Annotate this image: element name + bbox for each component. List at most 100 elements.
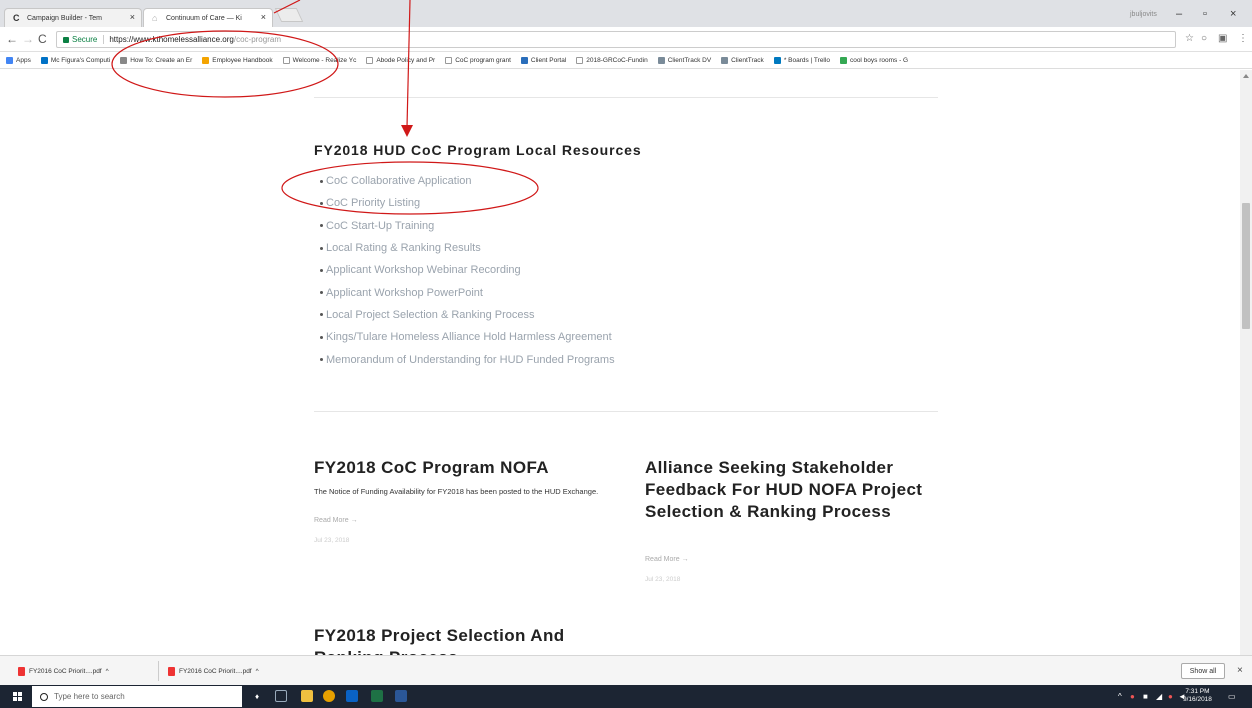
scrollbar[interactable] (1240, 70, 1252, 655)
network-icon[interactable]: ◢ (1156, 692, 1162, 701)
windows-taskbar: Type here to search ♦ ^ ● ■ ◢ ● ◄ 7:31 P… (0, 685, 1252, 708)
resource-link[interactable]: CoC Start-Up Training (326, 220, 434, 232)
forward-arrow-icon[interactable]: → (22, 32, 34, 46)
link-icon (120, 56, 128, 64)
chrome-icon[interactable] (323, 690, 335, 702)
close-icon[interactable]: × (130, 12, 135, 22)
clock[interactable]: 7:31 PM 9/16/2018 (1183, 688, 1212, 704)
secure-indicator[interactable]: Secure (63, 35, 105, 44)
resource-link[interactable]: Applicant Workshop Webinar Recording (326, 264, 521, 276)
bookmark-item[interactable]: Client Portal (520, 56, 566, 64)
download-item[interactable]: FY2016 CoC Priorit....pdf ^ (18, 664, 109, 678)
file-explorer-icon[interactable] (301, 690, 313, 702)
word-icon[interactable] (395, 690, 407, 702)
profile-badge[interactable]: jbuljovits (1130, 11, 1157, 18)
bookmark-item[interactable]: Abode Policy and Pr (366, 56, 435, 64)
new-tab-button[interactable] (274, 8, 304, 22)
bookmark-item[interactable]: cool boys rooms - G (839, 56, 908, 64)
page-icon (576, 56, 584, 64)
page-icon (366, 56, 374, 64)
pdf-icon (168, 666, 175, 676)
resource-item: CoC Collaborative Application (320, 170, 615, 192)
task-view-icon[interactable] (275, 690, 287, 702)
windows-start-icon[interactable] (13, 692, 23, 702)
clienttrack-icon (657, 56, 665, 64)
close-icon[interactable]: × (261, 12, 266, 22)
tab-strip: C Campaign Builder - Tem × ⌂ Continuum o… (0, 0, 1252, 27)
maximize-icon[interactable]: ▫ (1203, 8, 1207, 20)
outlook-icon (40, 56, 48, 64)
post-title[interactable]: Alliance Seeking Stakeholder Feedback Fo… (645, 457, 935, 523)
resource-link[interactable]: Kings/Tulare Homeless Alliance Hold Harm… (326, 331, 612, 343)
resource-link[interactable]: Local Rating & Ranking Results (326, 242, 481, 254)
bookmark-item[interactable]: ClientTrack (721, 56, 764, 64)
read-more-link[interactable]: Read More → (645, 556, 689, 563)
cast-icon[interactable]: ▣ (1218, 33, 1227, 44)
lock-icon (63, 36, 69, 43)
notifications-icon[interactable]: ▭ (1228, 692, 1236, 701)
resource-link[interactable]: Local Project Selection & Ranking Proces… (326, 309, 535, 321)
tab-campaign-builder[interactable]: C Campaign Builder - Tem × (4, 8, 142, 27)
bookmark-item[interactable]: How To: Create an Er (120, 56, 192, 64)
resource-item: Local Rating & Ranking Results (320, 237, 615, 259)
resource-item: Kings/Tulare Homeless Alliance Hold Harm… (320, 326, 615, 348)
resource-link[interactable]: CoC Priority Listing (326, 197, 420, 209)
bookmark-item[interactable]: Mc Figura's Computi (40, 56, 110, 64)
section-title: FY2018 HUD CoC Program Local Resources (314, 142, 642, 158)
scroll-thumb[interactable] (1242, 203, 1250, 329)
bookmark-item[interactable]: CoC program grant (445, 56, 511, 64)
tab-label: Continuum of Care — Ki (166, 14, 242, 22)
chevron-up-icon[interactable]: ^ (256, 668, 259, 675)
page-viewport: FY2018 HUD CoC Program Local Resources C… (0, 70, 1240, 655)
minimize-icon[interactable]: – (1176, 8, 1182, 20)
bookmarks-bar: Apps Mc Figura's Computi How To: Create … (0, 52, 1252, 69)
tray-app-icon[interactable]: ● (1168, 692, 1173, 701)
tray-app-icon[interactable]: ■ (1143, 692, 1148, 701)
download-item[interactable]: FY2016 CoC Priorit....pdf ^ (168, 664, 259, 678)
chevron-up-icon[interactable]: ^ (1118, 692, 1122, 701)
url-host: https://www.kthomelessalliance.org (109, 35, 234, 44)
post-title[interactable]: FY2018 Project Selection And Ranking Pro… (314, 625, 634, 655)
bookmark-item[interactable]: 2018-GRCoC-Fundin (576, 56, 648, 64)
close-icon[interactable]: × (1237, 665, 1243, 676)
scroll-up-arrow-icon[interactable] (1243, 74, 1249, 78)
outlook-icon[interactable] (346, 690, 358, 702)
show-all-button[interactable]: Show all (1181, 663, 1225, 679)
resource-link[interactable]: CoC Collaborative Application (326, 175, 472, 187)
divider (314, 411, 938, 412)
read-more-link[interactable]: Read More → (314, 517, 358, 524)
post-date: Jul 23, 2018 (645, 576, 681, 583)
address-bar[interactable]: Secure https://www.kthomelessalliance.or… (56, 31, 1176, 48)
resource-item: Local Project Selection & Ranking Proces… (320, 304, 615, 326)
close-window-icon[interactable]: × (1230, 8, 1236, 20)
bookmark-apps[interactable]: Apps (6, 56, 31, 64)
star-icon[interactable]: ☆ (1185, 33, 1194, 44)
bullet-icon (320, 201, 323, 205)
bookmark-item[interactable]: Employee Handbook (202, 56, 273, 64)
browser-toolbar: ← → C Secure https://www.kthomelessallia… (0, 27, 1252, 52)
extension-icon[interactable]: ○ (1201, 33, 1207, 44)
excel-icon[interactable] (371, 690, 383, 702)
google-icon (839, 56, 847, 64)
apps-grid-icon (6, 56, 13, 64)
bookmark-item[interactable]: * Boards | Trello (773, 56, 830, 64)
reload-icon[interactable]: C (38, 32, 47, 46)
taskbar-search-input[interactable]: Type here to search (32, 686, 242, 707)
resource-link[interactable]: Applicant Workshop PowerPoint (326, 287, 483, 299)
divider (314, 97, 938, 98)
bookmark-item[interactable]: Welcome - Realize Yc (282, 56, 356, 64)
bookmark-item[interactable]: ClientTrack DV (657, 56, 711, 64)
back-arrow-icon[interactable]: ← (6, 32, 18, 46)
page-favicon-icon: ⌂ (152, 13, 158, 23)
chevron-up-icon[interactable]: ^ (106, 668, 109, 675)
microphone-icon[interactable]: ♦ (255, 692, 259, 701)
resource-item: Memorandum of Understanding for HUD Fund… (320, 348, 615, 370)
tray-app-icon[interactable]: ● (1130, 692, 1135, 701)
divider (158, 661, 159, 681)
menu-icon[interactable]: ⋮ (1238, 33, 1248, 44)
resource-link[interactable]: Memorandum of Understanding for HUD Fund… (326, 354, 615, 366)
campaign-favicon-icon: C (13, 13, 20, 23)
tab-continuum-of-care[interactable]: ⌂ Continuum of Care — Ki × (143, 8, 273, 27)
post-title[interactable]: FY2018 CoC Program NOFA (314, 457, 614, 479)
bullet-icon (320, 291, 323, 295)
